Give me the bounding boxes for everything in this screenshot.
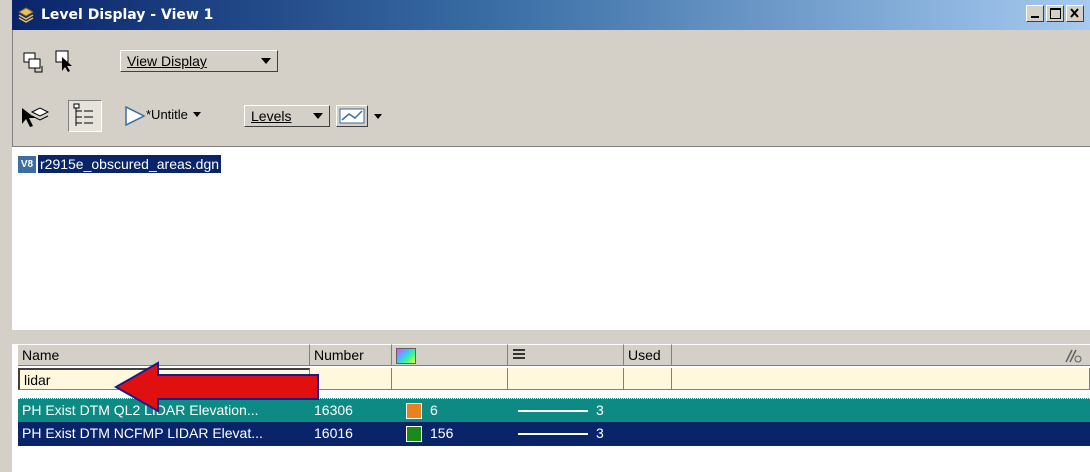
- level-weight: 3: [596, 425, 604, 441]
- level-number: 16016: [314, 425, 353, 441]
- color-palette-icon: [396, 348, 416, 364]
- view-display-dropdown[interactable]: View Display: [120, 50, 278, 72]
- tree-view-toggle[interactable]: [68, 100, 102, 132]
- title-bar[interactable]: Level Display - View 1: [12, 0, 1090, 30]
- color-filter-input[interactable]: [392, 368, 508, 390]
- copy-views-icon[interactable]: [22, 51, 44, 73]
- levels-label: Levels: [251, 108, 292, 124]
- view-toolbar: View Display: [12, 43, 1090, 79]
- level-color-index: 6: [430, 402, 438, 418]
- line-weight-icon: [513, 349, 525, 359]
- view-display-label: View Display: [127, 53, 207, 69]
- close-icon: [1070, 8, 1079, 18]
- minimize-button[interactable]: [1026, 5, 1044, 22]
- level-color-swatch: [406, 403, 422, 419]
- maximize-button[interactable]: [1046, 5, 1064, 22]
- line-weight-sample: [518, 410, 588, 412]
- symbology-icon: [339, 108, 365, 124]
- chevron-down-icon[interactable]: [374, 114, 382, 119]
- symbology-button[interactable]: [336, 105, 368, 127]
- extra-filter-input[interactable]: [672, 368, 1090, 390]
- chevron-down-icon: [261, 58, 271, 64]
- level-display-window: Level Display - View 1 View Display *Unt…: [0, 0, 1090, 472]
- layers-icon: [17, 7, 35, 23]
- select-view-icon[interactable]: [54, 49, 78, 73]
- level-color-index: 156: [430, 425, 454, 441]
- weight-filter-input[interactable]: [508, 368, 624, 390]
- chevron-down-icon: [313, 113, 323, 119]
- column-header-weight[interactable]: [508, 344, 624, 366]
- column-settings-icon: [1065, 349, 1082, 363]
- v8-file-icon: V8: [18, 155, 36, 173]
- column-header-used[interactable]: Used: [624, 344, 672, 366]
- table-row[interactable]: PH Exist DTM NCFMP LIDAR Elevat... 16016…: [18, 422, 1090, 446]
- filter-icon[interactable]: [124, 105, 146, 127]
- column-header-extra[interactable]: [672, 344, 1090, 366]
- levels-dropdown[interactable]: Levels: [244, 105, 330, 127]
- window-title: Level Display - View 1: [41, 7, 214, 23]
- red-arrow-annotation: [113, 361, 319, 413]
- window-controls: [1026, 5, 1084, 22]
- column-header-color[interactable]: [392, 344, 508, 366]
- file-filter-dropdown[interactable]: *Untitle: [146, 107, 201, 122]
- level-toolbar: *Untitle Levels: [12, 96, 1090, 136]
- level-color-swatch: [406, 426, 422, 442]
- file-item[interactable]: V8 r2915e_obscured_areas.dgn: [18, 155, 222, 173]
- file-name: r2915e_obscured_areas.dgn: [38, 155, 222, 173]
- close-button[interactable]: [1066, 5, 1084, 22]
- chevron-down-icon: [192, 112, 201, 117]
- pane-splitter[interactable]: [12, 330, 1090, 345]
- level-name: PH Exist DTM NCFMP LIDAR Elevat...: [22, 425, 263, 441]
- tree-view-icon: [73, 103, 93, 126]
- file-tree-pane: V8 r2915e_obscured_areas.dgn: [12, 146, 1090, 331]
- line-weight-sample: [518, 433, 588, 435]
- used-filter-input[interactable]: [624, 368, 672, 390]
- file-filter-label: *Untitle: [146, 107, 188, 122]
- level-weight: 3: [596, 402, 604, 418]
- pointer-layers-icon[interactable]: [20, 104, 50, 130]
